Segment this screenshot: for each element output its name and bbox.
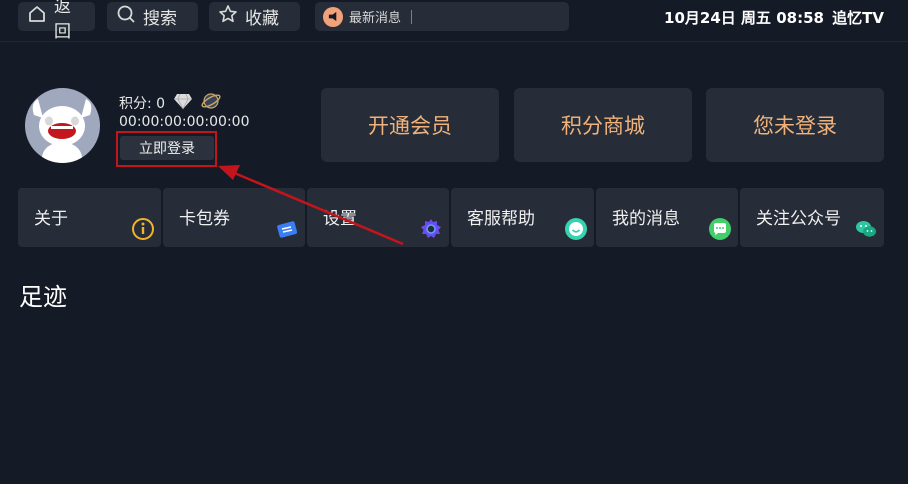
info-icon [131, 217, 155, 241]
search-label: 搜索 [143, 9, 177, 29]
wechat-icon [854, 217, 878, 241]
menu-item-settings[interactable]: 设置 [307, 188, 449, 247]
search-button[interactable]: 搜索 [107, 2, 198, 31]
favorites-button[interactable]: 收藏 [209, 2, 300, 31]
gear-icon [419, 217, 443, 241]
back-button[interactable]: 返回 [18, 0, 95, 42]
menu-item-my-messages[interactable]: 我的消息 [596, 188, 738, 247]
menu-item-card-wallet[interactable]: 卡包券 [163, 188, 305, 247]
menu-item-label: 卡包券 [179, 209, 230, 229]
datetime-display: 10月24日 周五 08:58 [664, 9, 824, 27]
menu-item-customer-help[interactable]: 客服帮助 [451, 188, 594, 247]
top-bar: 返回 搜索 收藏 最新消息 10月24日 周五 08:58 追忆TV [0, 0, 908, 42]
search-icon [115, 3, 137, 30]
vip-button[interactable]: 开通会员 [321, 88, 499, 162]
diamond-icon [173, 92, 193, 114]
menu-item-label: 客服帮助 [467, 209, 535, 229]
smile-icon [564, 217, 588, 241]
favorites-label: 收藏 [245, 9, 279, 29]
menu-item-about[interactable]: 关于 [18, 188, 161, 247]
annotation-highlight-box [116, 131, 217, 167]
back-label: 返回 [54, 0, 71, 42]
menu-item-label: 设置 [323, 209, 357, 229]
news-label: 最新消息 [349, 11, 402, 26]
news-ticker[interactable]: 最新消息 [315, 2, 569, 31]
timestamp-text: 00:00:00:00:00:00 [119, 114, 250, 130]
chat-bubble-icon [708, 217, 732, 241]
menu-item-label: 关于 [34, 209, 68, 229]
login-status-button[interactable]: 您未登录 [706, 88, 884, 162]
menu-item-follow-official-account[interactable]: 关注公众号 [740, 188, 884, 247]
points-shop-button[interactable]: 积分商城 [514, 88, 692, 162]
avatar[interactable] [25, 88, 100, 163]
brand-name: 追忆TV [832, 9, 884, 27]
score-text: 积分: 0 [119, 96, 166, 112]
score-row: 积分: 0 [119, 91, 221, 115]
megaphone-icon [323, 6, 343, 27]
ticket-icon [275, 217, 299, 241]
menu-row: 关于 卡包券 设置 客服帮助 我的消息 关注公众号 [18, 188, 884, 248]
news-divider [411, 9, 413, 24]
footprint-section-title: 足迹 [19, 283, 67, 311]
planet-icon [201, 91, 221, 115]
menu-item-label: 我的消息 [612, 209, 680, 229]
home-icon [26, 3, 48, 30]
menu-item-label: 关注公众号 [756, 209, 841, 229]
star-icon [217, 3, 239, 30]
